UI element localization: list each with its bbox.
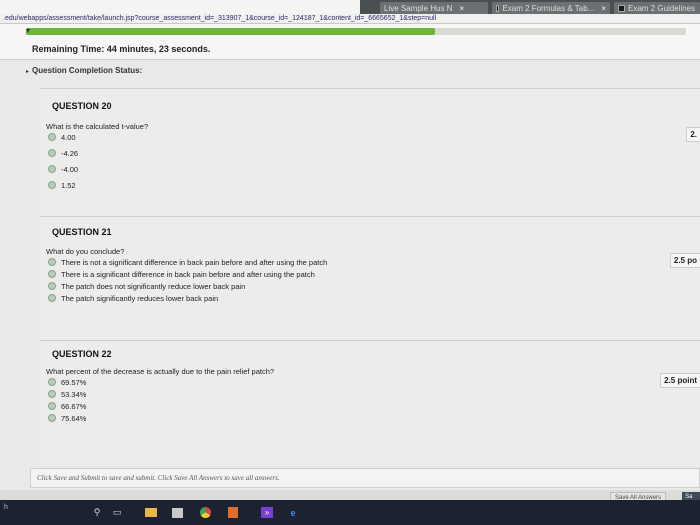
answer-option[interactable]: 1.52 xyxy=(48,179,78,191)
answer-option[interactable]: -4.00 xyxy=(48,163,78,175)
remaining-time-label: Remaining Time: 44 minutes, 23 seconds. xyxy=(32,44,211,54)
address-bar[interactable] xyxy=(0,0,360,14)
browser-tab-2[interactable]: Exam 2 Formulas & Tab... × xyxy=(492,2,610,14)
search-icon[interactable]: ⚲ xyxy=(90,506,104,519)
tab-close-icon[interactable]: × xyxy=(459,4,464,13)
browser-tab-1[interactable]: Live Sample Hus N × xyxy=(380,2,488,14)
points-badge: 2.5 point xyxy=(660,373,700,388)
answer-option[interactable]: There is not a significant difference in… xyxy=(48,256,327,268)
option-label: There is a significant difference in bac… xyxy=(61,269,315,279)
os-taskbar: h ⚲ ▭ » e xyxy=(0,500,700,525)
status-label: Question Completion Status: xyxy=(32,66,143,75)
option-label: 66.67% xyxy=(61,401,87,411)
file-explorer-icon[interactable] xyxy=(144,506,158,519)
expand-triangle-icon[interactable]: ▸ xyxy=(26,69,29,75)
answer-option[interactable]: -4.26 xyxy=(48,147,78,159)
tab-label: Live Sample Hus N xyxy=(384,3,453,13)
points-badge: 2. xyxy=(686,127,700,142)
answer-option[interactable]: The patch significantly reduces lower ba… xyxy=(48,292,327,304)
answer-option[interactable]: There is a significant difference in bac… xyxy=(48,268,327,280)
answer-option[interactable]: 53.34% xyxy=(48,388,86,400)
answer-option[interactable]: 69.57% xyxy=(48,376,86,388)
radio-button[interactable] xyxy=(48,390,56,398)
question-title: QUESTION 21 xyxy=(52,227,112,237)
answer-options: 4.00 -4.26 -4.00 1.52 xyxy=(48,131,78,191)
radio-button[interactable] xyxy=(48,181,56,189)
option-label: 75.64% xyxy=(61,413,87,423)
radio-button[interactable] xyxy=(48,282,56,290)
action-bar xyxy=(0,490,700,500)
points-badge: 2.5 po xyxy=(669,253,700,268)
tab-label: Exam 2 Guidelines xyxy=(628,3,696,13)
office-icon[interactable] xyxy=(226,506,240,519)
option-label: -4.00 xyxy=(61,164,79,174)
save-instructions: Click Save and Submit to save and submit… xyxy=(30,468,700,488)
radio-button[interactable] xyxy=(48,414,56,422)
question-block-20: QUESTION 20 What is the calculated t-val… xyxy=(40,88,700,216)
task-view-icon[interactable]: ▭ xyxy=(110,506,124,519)
option-label: 69.57% xyxy=(61,377,87,387)
answer-option[interactable]: 4.00 xyxy=(48,131,78,143)
question-title: QUESTION 20 xyxy=(52,101,112,111)
answer-options: 69.57% 53.34% 66.67% 75.64% xyxy=(48,376,86,424)
question-block-21: QUESTION 21 What do you conclude? 2.5 po… xyxy=(40,216,700,340)
radio-button[interactable] xyxy=(48,149,56,157)
answer-option[interactable]: 75.64% xyxy=(48,412,86,424)
taskbar-left-text: h xyxy=(4,504,8,511)
question-block-22: QUESTION 22 What percent of the decrease… xyxy=(40,340,700,466)
question-title: QUESTION 22 xyxy=(52,349,112,359)
address-url[interactable]: .edu/webapps/assessment/take/launch.jsp?… xyxy=(0,14,700,24)
edge-icon[interactable]: e xyxy=(286,506,300,519)
option-label: There is not a significant difference in… xyxy=(61,257,328,267)
question-text: What is the calculated t-value? xyxy=(46,122,149,131)
tab-close-icon[interactable]: × xyxy=(601,4,606,13)
option-label: The patch does not significantly reduce … xyxy=(61,281,246,291)
option-label: 4.00 xyxy=(61,132,76,142)
question-text: What do you conclude? xyxy=(46,247,125,256)
tab-favicon-icon xyxy=(496,4,500,12)
timer-progress-bar xyxy=(26,28,686,35)
radio-button[interactable] xyxy=(48,133,56,141)
radio-button[interactable] xyxy=(48,270,56,278)
browser-tab-3[interactable]: Exam 2 Guidelines xyxy=(614,2,700,14)
option-label: 1.52 xyxy=(61,180,76,190)
radio-button[interactable] xyxy=(48,402,56,410)
radio-button[interactable] xyxy=(48,378,56,386)
answer-option[interactable]: 66.67% xyxy=(48,400,86,412)
radio-button[interactable] xyxy=(48,294,56,302)
option-label: The patch significantly reduces lower ba… xyxy=(61,293,219,303)
chrome-icon[interactable] xyxy=(198,506,212,519)
radio-button[interactable] xyxy=(48,258,56,266)
timer-progress-fill xyxy=(26,28,436,35)
collapse-icon[interactable]: ▾ xyxy=(26,26,30,35)
answer-options: There is not a significant difference in… xyxy=(48,256,327,304)
answer-option[interactable]: The patch does not significantly reduce … xyxy=(48,280,327,292)
store-icon[interactable] xyxy=(170,506,184,519)
option-label: 53.34% xyxy=(61,389,87,399)
question-text: What percent of the decrease is actually… xyxy=(46,367,275,376)
tab-favicon-icon xyxy=(618,4,625,12)
option-label: -4.26 xyxy=(61,148,79,158)
radio-button[interactable] xyxy=(48,165,56,173)
media-icon[interactable]: » xyxy=(260,506,274,519)
tab-label: Exam 2 Formulas & Tab... xyxy=(502,3,595,13)
timer-panel: ▾ Remaining Time: 44 minutes, 23 seconds… xyxy=(0,24,700,60)
question-completion-status[interactable]: ▸ Question Completion Status: xyxy=(0,66,700,82)
